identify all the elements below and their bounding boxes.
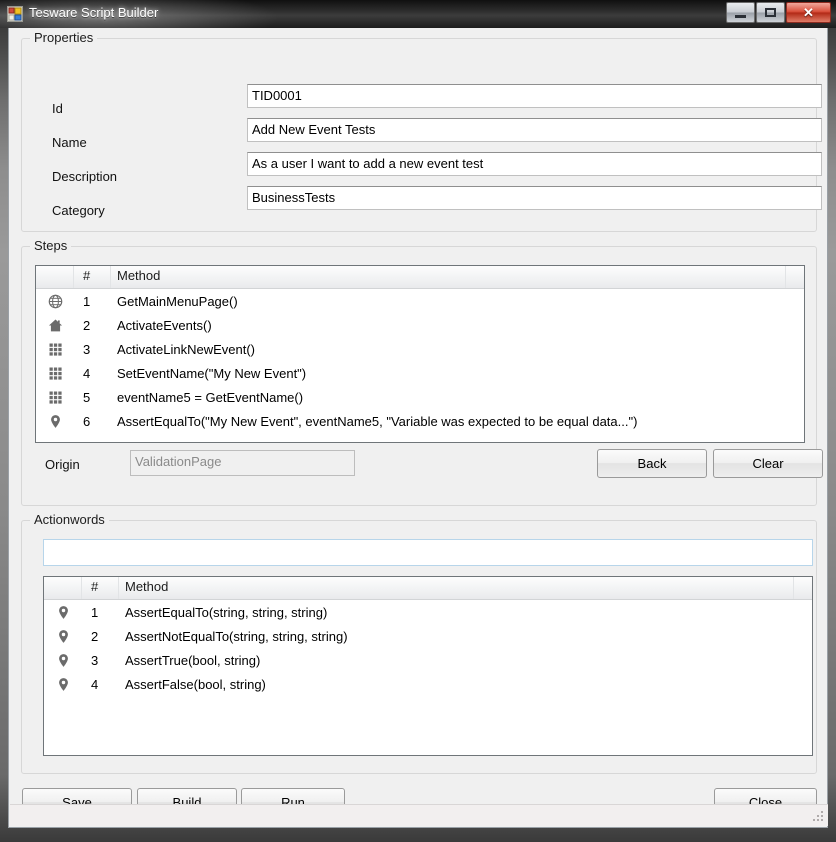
row-method: eventName5 = GetEventName() [117,389,304,405]
actionwords-col-filler [794,577,812,599]
row-method: GetMainMenuPage() [117,293,238,309]
clear-button[interactable]: Clear [713,449,823,478]
status-bar [10,804,828,826]
table-row[interactable]: 1 AssertEqualTo(string, string, string) [44,600,812,624]
steps-grid-header: # Method [36,266,804,289]
name-input[interactable]: Add New Event Tests [247,118,822,142]
row-method: AssertFalse(bool, string) [125,676,266,692]
row-number: 2 [91,628,99,644]
row-method: AssertTrue(bool, string) [125,652,261,668]
steps-col-filler [786,266,804,288]
pin-icon [44,629,82,644]
row-number: 6 [83,413,91,429]
pin-icon [44,605,82,620]
origin-label: Origin [45,457,80,472]
minimize-button[interactable] [726,2,755,23]
grid-icon [36,366,74,381]
actionwords-col-method[interactable]: Method [119,577,794,599]
actionwords-col-num[interactable]: # [82,577,119,599]
steps-col-num[interactable]: # [74,266,111,288]
row-number: 2 [83,317,91,333]
title-bar[interactable]: Tesware Script Builder ✕ [0,0,836,28]
home-icon [36,318,74,333]
name-label: Name [52,135,87,150]
table-row[interactable]: 1 GetMainMenuPage() [36,289,804,313]
actionwords-row-container: 1 AssertEqualTo(string, string, string) 2 A… [44,600,812,696]
properties-group: Properties Id TID0001 Name Add New Event… [21,30,822,232]
globe-icon [36,294,74,309]
row-method: SetEventName("My New Event") [117,365,307,381]
back-button[interactable]: Back [597,449,707,478]
id-input[interactable]: TID0001 [247,84,822,108]
actionwords-grid-header: # Method [44,577,812,600]
row-number: 3 [83,341,91,357]
resize-grip-icon[interactable] [813,811,825,823]
row-method: ActivateEvents() [117,317,212,333]
properties-group-title: Properties [30,30,98,45]
actionwords-group: Actionwords # Method 1 AssertEqualTo(stri… [21,512,817,774]
description-label: Description [52,169,118,184]
caption-button-group: ✕ [726,2,831,23]
application-window: Tesware Script Builder ✕ Properties Id T… [0,0,836,842]
table-row[interactable]: 6 AssertEqualTo("My New Event", eventName… [36,409,804,433]
actionwords-group-title: Actionwords [30,512,109,527]
pin-icon [44,677,82,692]
row-number: 1 [83,293,91,309]
row-method: AssertEqualTo(string, string, string) [125,604,328,620]
close-icon: ✕ [803,5,814,20]
table-row[interactable]: 4 AssertFalse(bool, string) [44,672,812,696]
row-number: 5 [83,389,91,405]
id-label: Id [52,101,63,116]
steps-group: Steps # Method 1 GetMainMenuPage() 2 Activa… [21,238,823,506]
row-number: 1 [91,604,99,620]
steps-group-title: Steps [30,238,72,253]
category-input[interactable]: BusinessTests [247,186,822,210]
window-title: Tesware Script Builder [29,5,159,20]
row-method: ActivateLinkNewEvent() [117,341,255,357]
actionwords-grid[interactable]: # Method 1 AssertEqualTo(string, string, … [43,576,813,756]
grid-icon [36,342,74,357]
row-method: AssertEqualTo("My New Event", eventName5… [117,413,638,429]
grid-icon [36,390,74,405]
app-window-icon [7,6,23,22]
row-number: 4 [83,365,91,381]
row-method: AssertNotEqualTo(string, string, string) [125,628,348,644]
actionwords-col-icon[interactable] [44,577,82,599]
steps-row-container: 1 GetMainMenuPage() 2 ActivateEvents() 3 Acti… [36,289,804,433]
description-input[interactable]: As a user I want to add a new event test [247,152,822,176]
actionwords-search-input[interactable] [43,539,813,566]
pin-icon [36,414,74,429]
maximize-icon [765,8,776,17]
steps-col-icon[interactable] [36,266,74,288]
table-row[interactable]: 5 eventName5 = GetEventName() [36,385,804,409]
table-row[interactable]: 4 SetEventName("My New Event") [36,361,804,385]
client-area: Properties Id TID0001 Name Add New Event… [8,28,828,828]
category-label: Category [52,203,105,218]
row-number: 3 [91,652,99,668]
minimize-icon [735,14,746,18]
table-row[interactable]: 2 AssertNotEqualTo(string, string, string… [44,624,812,648]
close-window-button[interactable]: ✕ [786,2,831,23]
steps-grid[interactable]: # Method 1 GetMainMenuPage() 2 ActivateEven… [35,265,805,443]
table-row[interactable]: 3 ActivateLinkNewEvent() [36,337,804,361]
table-row[interactable]: 3 AssertTrue(bool, string) [44,648,812,672]
row-number: 4 [91,676,99,692]
table-row[interactable]: 2 ActivateEvents() [36,313,804,337]
maximize-button[interactable] [756,2,785,23]
origin-input[interactable]: ValidationPage [130,450,355,476]
pin-icon [44,653,82,668]
steps-col-method[interactable]: Method [111,266,786,288]
